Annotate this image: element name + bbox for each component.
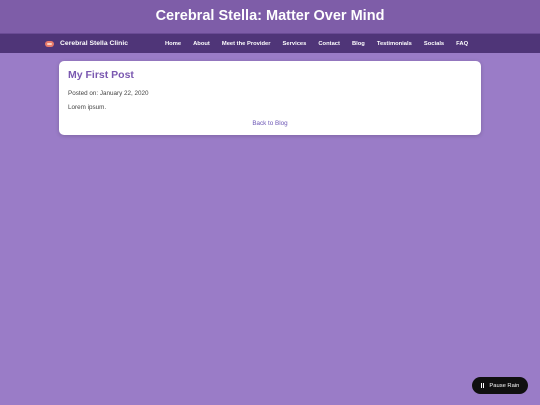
nav-link-testimonials[interactable]: Testimonials [377,41,412,47]
post-body: Lorem ipsum. [68,104,107,111]
nav-links: Home About Meet the Provider Services Co… [165,41,468,47]
brand-name: Cerebral Stella Clinic [60,40,128,47]
nav-link-blog[interactable]: Blog [352,41,365,47]
site-header: Cerebral Stella: Matter Over Mind [0,0,540,33]
nav-link-faq[interactable]: FAQ [456,41,468,47]
pause-rain-button[interactable]: Pause Rain [472,377,528,394]
post-title: My First Post [68,69,134,81]
brand-link[interactable]: Cerebral Stella Clinic [45,40,163,47]
nav-link-meet-the-provider[interactable]: Meet the Provider [222,41,271,47]
site-title: Cerebral Stella: Matter Over Mind [155,8,385,25]
nav-link-contact[interactable]: Contact [318,41,340,47]
nav-link-home[interactable]: Home [165,41,181,47]
pause-rain-label: Pause Rain [489,382,520,389]
post-date: Posted on: January 22, 2020 [68,90,149,97]
back-to-blog-link[interactable]: Back to Blog [59,120,481,127]
nav-link-about[interactable]: About [193,41,210,47]
blog-post-card: My First Post Posted on: January 22, 202… [59,61,481,135]
nav-link-services[interactable]: Services [283,41,307,47]
brain-icon [45,40,54,47]
pause-icon [480,383,486,388]
nav-link-socials[interactable]: Socials [424,41,444,47]
navbar: Cerebral Stella Clinic Home About Meet t… [0,33,540,53]
